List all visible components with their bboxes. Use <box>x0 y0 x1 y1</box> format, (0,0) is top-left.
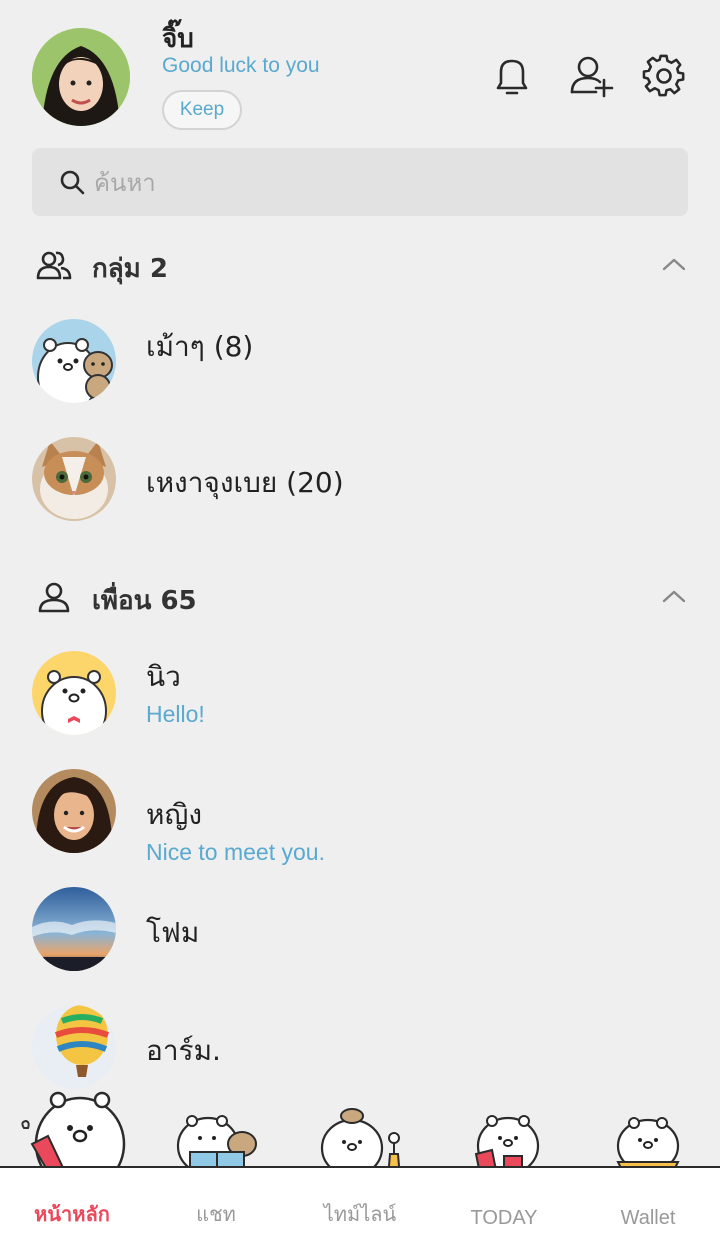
bottom-tab-bar: หน้าหลัก แชท ไทม์ไลน์ TODAY Wallet <box>0 1166 720 1234</box>
chat-mascot-art <box>176 1115 257 1174</box>
tab-chat-label: แชท <box>196 1202 236 1226</box>
tab-wallet-label: Wallet <box>620 1207 676 1229</box>
profile-status-message[interactable]: Good luck to you <box>162 54 320 78</box>
tab-home-label: หน้าหลัก <box>34 1202 110 1226</box>
search-bar[interactable] <box>32 148 688 216</box>
group-name: เม้าๆ (8) <box>146 330 254 363</box>
friend-name: นิว <box>146 660 181 693</box>
keep-button[interactable]: Keep <box>162 90 242 130</box>
tab-chat[interactable]: แชท <box>144 1168 288 1234</box>
chevron-up-icon[interactable] <box>660 254 688 274</box>
gear-icon[interactable] <box>642 54 686 98</box>
friend-row[interactable]: หญิง Nice to meet you. <box>0 769 720 869</box>
add-friend-icon[interactable] <box>568 54 614 98</box>
group-icon <box>36 251 72 280</box>
friend-avatar <box>32 651 116 735</box>
profile-avatar[interactable] <box>32 28 130 126</box>
profile-header: จิ๊บ Good luck to you Keep <box>0 0 720 140</box>
tab-home[interactable]: หน้าหลัก <box>0 1168 144 1234</box>
friend-name: หญิง <box>146 798 202 831</box>
tab-timeline-label: ไทม์ไลน์ <box>323 1202 397 1226</box>
group-row[interactable]: เหงาจุงเบย (20) <box>0 437 720 537</box>
person-icon <box>38 582 70 613</box>
search-icon <box>60 170 85 195</box>
group-name: เหงาจุงเบย (20) <box>146 466 344 499</box>
friend-name: อาร์ม. <box>146 1034 221 1067</box>
friend-avatar <box>32 1005 116 1089</box>
friends-title: เพื่อน 65 <box>92 586 197 616</box>
group-row[interactable]: เม้าๆ (8) <box>0 319 720 419</box>
friend-status-message: Hello! <box>146 701 205 727</box>
group-avatar <box>32 437 116 521</box>
tab-wallet[interactable]: Wallet <box>576 1168 720 1234</box>
friend-row[interactable]: นิว Hello! <box>0 651 720 751</box>
groups-section-header[interactable]: กลุ่ม 2 <box>0 236 720 296</box>
bell-icon[interactable] <box>490 54 534 98</box>
today-mascot-art <box>474 1115 540 1174</box>
search-input[interactable] <box>92 160 656 206</box>
groups-title: กลุ่ม 2 <box>92 254 168 284</box>
friend-avatar <box>32 887 116 971</box>
friend-avatar <box>32 769 116 853</box>
tab-today[interactable]: TODAY <box>432 1168 576 1234</box>
tab-today-label: TODAY <box>470 1207 538 1229</box>
friend-status-message: Nice to meet you. <box>146 839 325 865</box>
chevron-up-icon[interactable] <box>660 586 688 606</box>
tab-timeline[interactable]: ไทม์ไลน์ <box>288 1168 432 1234</box>
friend-name: โฟม <box>146 916 200 949</box>
profile-name[interactable]: จิ๊บ <box>162 18 194 59</box>
group-avatar <box>32 319 116 403</box>
friend-row[interactable]: โฟม <box>0 887 720 987</box>
friends-section-header[interactable]: เพื่อน 65 <box>0 568 720 628</box>
